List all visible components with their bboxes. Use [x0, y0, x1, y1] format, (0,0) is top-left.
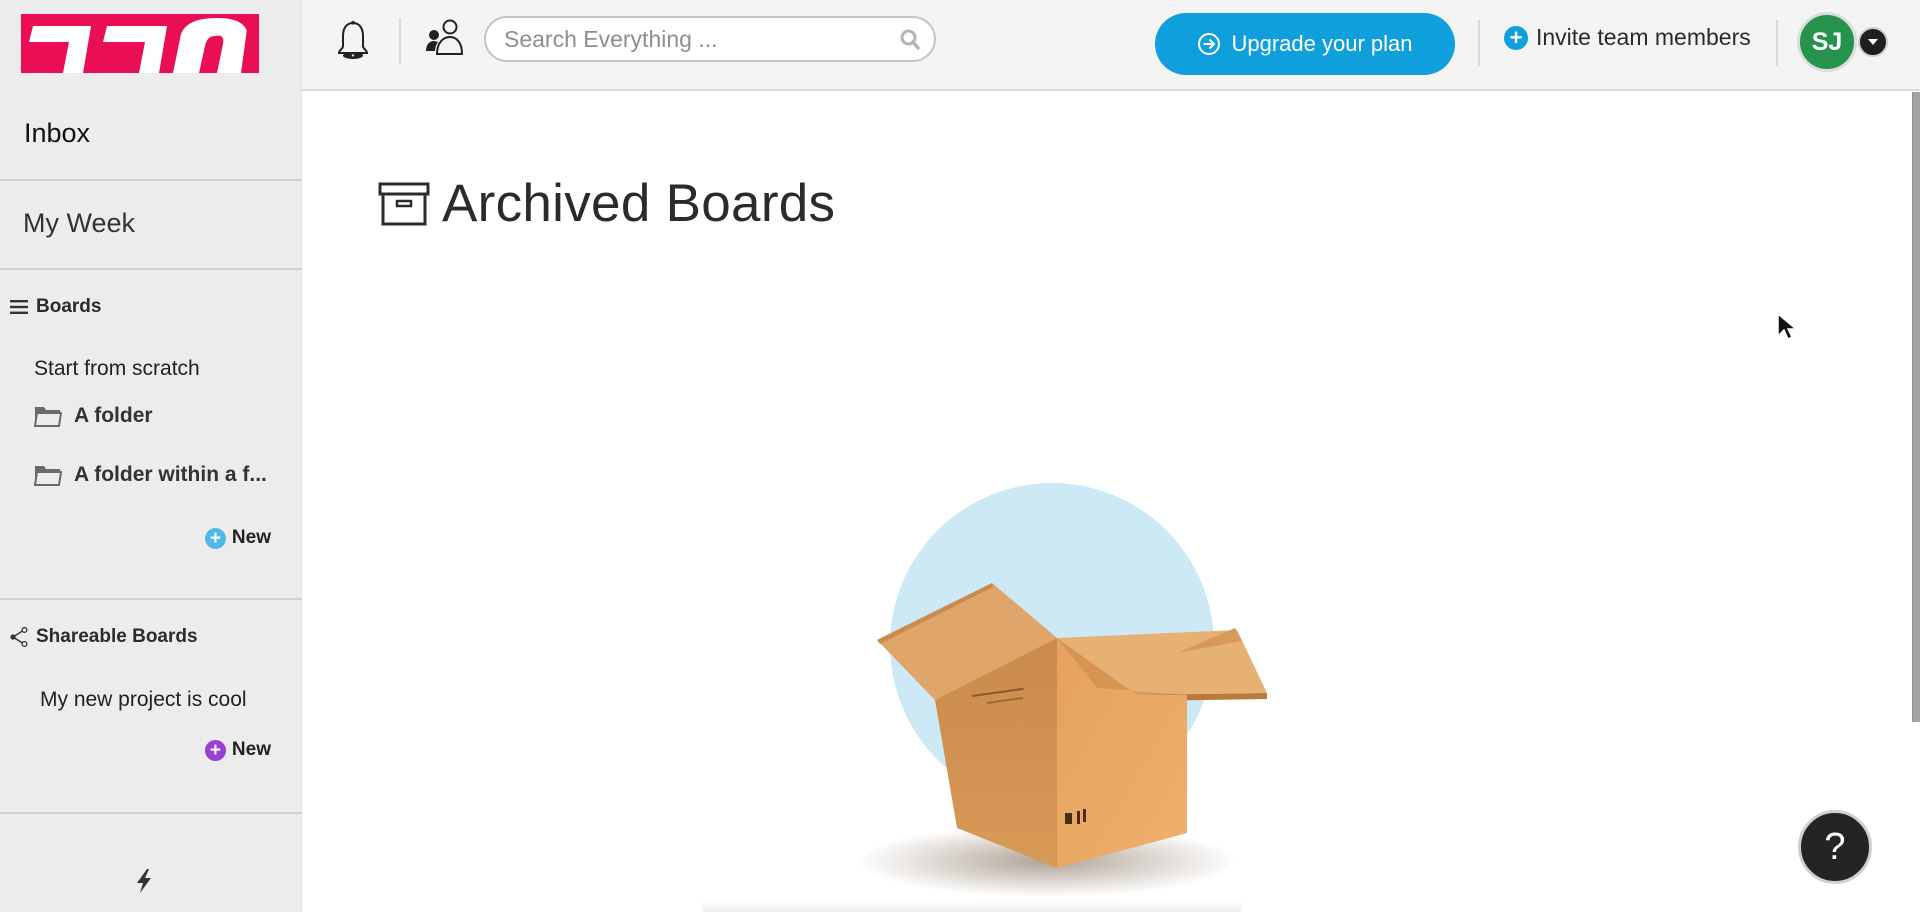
folder-icon [34, 407, 62, 427]
new-shareable-board-button[interactable]: + New [204, 739, 271, 761]
shareable-board-link[interactable]: My new project is cool [40, 688, 247, 712]
sidebar-item-inbox[interactable]: Inbox [0, 92, 302, 181]
plus-circle-icon: + [1504, 25, 1528, 50]
empty-state-illustration [847, 473, 1267, 912]
shareable-boards-section-header[interactable]: Shareable Boards [10, 626, 198, 648]
board-link[interactable]: Start from scratch [34, 357, 200, 381]
search-bar [484, 16, 936, 62]
topbar-separator [399, 18, 401, 64]
upgrade-plan-button[interactable]: Upgrade your plan [1155, 13, 1455, 75]
new-board-button[interactable]: + New [204, 527, 271, 549]
help-button[interactable]: ? [1798, 810, 1872, 884]
folder-label: A folder [74, 404, 153, 427]
page-title: Archived Boards [442, 174, 836, 233]
sidebar-item-label: Inbox [24, 118, 91, 148]
people-button[interactable] [424, 18, 464, 63]
share-icon [10, 627, 28, 647]
search-icon[interactable] [900, 29, 920, 51]
folder-label: A folder within a f... [74, 463, 267, 486]
sidebar: Inbox My Week Boards Start from scratch … [0, 0, 302, 912]
top-bar: Upgrade your plan + Invite team members … [302, 0, 1920, 91]
boards-heading: Boards [36, 296, 102, 317]
open-box-icon [857, 483, 1267, 897]
folder-item[interactable]: A folder within a f... [34, 463, 267, 487]
shareable-boards-heading: Shareable Boards [36, 626, 198, 647]
bolt-icon [137, 869, 151, 893]
folder-item[interactable]: A folder [34, 404, 153, 428]
avatar-initials: SJ [1811, 27, 1843, 56]
topbar-separator [1478, 20, 1480, 66]
plus-circle-icon: + [204, 527, 226, 549]
new-shareable-board-label: New [231, 739, 271, 760]
topbar-separator [1776, 20, 1778, 66]
arrow-circle-right-icon [1198, 33, 1221, 55]
new-board-label: New [231, 527, 271, 548]
search-input[interactable] [504, 24, 894, 54]
sidebar-item-my-week[interactable]: My Week [0, 181, 302, 270]
main-content: Archived Boards [302, 93, 1912, 912]
divider [0, 598, 302, 600]
divider [0, 812, 302, 814]
help-label: ? [1824, 825, 1846, 868]
caret-down-icon [1868, 39, 1878, 45]
invite-team-members-label: Invite team members [1536, 24, 1751, 50]
notifications-button[interactable] [336, 20, 370, 65]
logo-mark-icon [21, 14, 259, 73]
page-header: Archived Boards [378, 173, 835, 234]
boards-section-header[interactable]: Boards [10, 296, 101, 318]
invite-team-members-button[interactable]: + Invite team members [1504, 24, 1751, 51]
user-avatar[interactable]: SJ [1797, 12, 1857, 72]
archive-box-icon [378, 182, 430, 225]
logo[interactable] [21, 14, 259, 73]
account-menu-toggle[interactable] [1858, 27, 1888, 57]
hamburger-icon [10, 300, 28, 314]
folder-icon [34, 466, 62, 486]
bolt-button[interactable] [135, 868, 153, 899]
floor-shadow [702, 899, 1242, 912]
upgrade-plan-label: Upgrade your plan [1231, 31, 1413, 56]
vertical-scrollbar[interactable] [1912, 92, 1920, 722]
people-icon [426, 19, 464, 55]
bell-icon [337, 21, 369, 59]
plus-circle-icon: + [204, 739, 226, 761]
sidebar-item-label: My Week [23, 208, 136, 238]
